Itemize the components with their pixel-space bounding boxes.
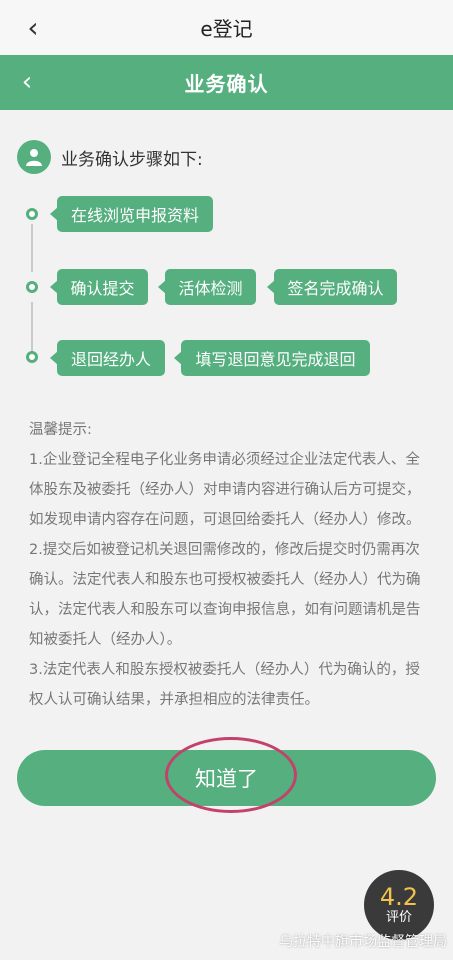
step-return-agent: 退回经办人	[50, 340, 165, 376]
tips-title: 温馨提示:	[29, 422, 92, 438]
step-dot	[26, 351, 38, 363]
app-title-bar: ‹ e登记	[0, 0, 453, 56]
tip-item: 3.法定代表人和股东授权被委托人（经办人）代为确认的，授权人认可确认结果，并承担…	[29, 662, 420, 708]
tip-item: 2.提交后如被登记机关退回需修改的，修改后提交时仍需再次确认。法定代表人和股东也…	[29, 542, 421, 648]
header-back-icon[interactable]: ‹	[14, 67, 40, 97]
tips-section: 温馨提示: 1.企业登记全程电子化业务申请必须经过企业法定代表人、全体股东及被委…	[29, 415, 424, 715]
app-title: e登记	[200, 17, 253, 41]
step-liveness-check: 活体检测	[158, 269, 256, 305]
page-title: 业务确认	[184, 72, 269, 96]
step-fill-return-opinion: 填写退回意见完成退回	[174, 340, 370, 376]
steps-heading: 业务确认步骤如下:	[17, 140, 203, 174]
step-confirm-submit: 确认提交	[50, 269, 148, 305]
acknowledge-button[interactable]: 知道了	[17, 750, 436, 806]
steps-heading-text: 业务确认步骤如下:	[61, 149, 203, 170]
rating-badge[interactable]: 4.2 评价	[364, 870, 434, 940]
step-browse-materials: 在线浏览申报资料	[50, 196, 213, 232]
page-header: ‹ 业务确认	[0, 55, 453, 110]
back-icon[interactable]: ‹	[18, 11, 48, 44]
step-sign-confirm: 签名完成确认	[267, 269, 397, 305]
watermark: 乌拉特中旗市场监督管理局	[279, 934, 447, 950]
rating-label: 评价	[385, 910, 412, 925]
tip-item: 1.企业登记全程电子化业务申请必须经过企业法定代表人、全体股东及被委托（经办人）…	[29, 452, 421, 528]
step-dot	[26, 208, 38, 220]
user-icon	[17, 140, 51, 174]
step-connector	[31, 302, 33, 352]
rating-score: 4.2	[379, 883, 419, 911]
step-connector	[31, 224, 33, 272]
step-dot	[26, 281, 38, 293]
